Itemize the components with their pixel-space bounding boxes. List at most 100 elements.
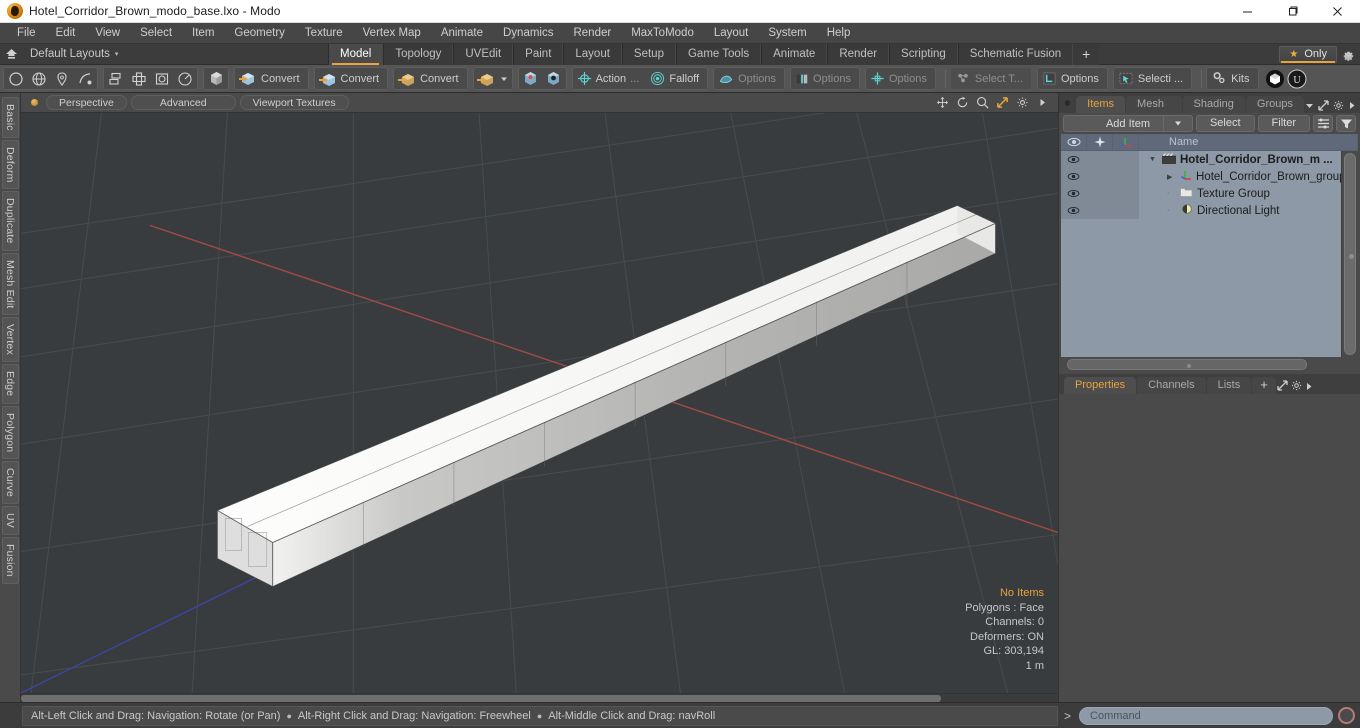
gear-icon[interactable] xyxy=(1291,380,1302,394)
sidebar-item-fusion[interactable]: Fusion xyxy=(1,537,19,584)
bound-icon[interactable] xyxy=(151,68,173,89)
chevron-down-icon[interactable] xyxy=(498,68,511,89)
row-visibility-eye-icon[interactable] xyxy=(1061,151,1087,168)
sidebar-item-edge[interactable]: Edge xyxy=(1,364,19,404)
viewport-more-icon[interactable] xyxy=(1034,95,1051,111)
home-icon[interactable] xyxy=(0,44,22,65)
close-button[interactable] xyxy=(1315,0,1360,23)
chevron-down-icon[interactable] xyxy=(1162,115,1192,132)
row-axis-cell[interactable] xyxy=(1113,168,1139,185)
row-axis-cell[interactable] xyxy=(1113,202,1139,219)
sidebar-item-deform[interactable]: Deform xyxy=(1,139,19,190)
tab-layout[interactable]: Layout xyxy=(563,43,622,65)
tab-shading[interactable]: Shading xyxy=(1182,96,1245,113)
row-visibility-eye-icon[interactable] xyxy=(1061,168,1087,185)
menu-animate[interactable]: Animate xyxy=(431,23,493,44)
viewport-horizontal-scrollbar[interactable] xyxy=(21,693,1058,702)
scrollbar-thumb[interactable] xyxy=(21,695,941,702)
tab-model[interactable]: Model xyxy=(328,43,384,65)
command-input[interactable]: Command xyxy=(1079,706,1333,725)
row-axis-cell[interactable] xyxy=(1113,151,1139,168)
tab-mesh[interactable]: Mesh ... xyxy=(1126,96,1182,127)
filter-button[interactable]: Filter xyxy=(1257,115,1310,132)
expand-triangle-icon[interactable]: ▼ xyxy=(1149,156,1158,163)
gear-icon[interactable] xyxy=(1333,100,1344,111)
3d-viewport[interactable]: Y X Z No Items Polygons : Face Channels:… xyxy=(21,113,1058,693)
menu-system[interactable]: System xyxy=(758,23,816,44)
sphere-primitive-icon[interactable] xyxy=(28,68,50,89)
workplane-icon[interactable] xyxy=(520,68,542,89)
sidebar-item-uv[interactable]: UV xyxy=(1,506,19,536)
table-row[interactable]: · Directional Light xyxy=(1061,202,1358,219)
menu-render[interactable]: Render xyxy=(563,23,621,44)
viewport-settings-icon[interactable] xyxy=(1014,95,1031,111)
menu-dynamics[interactable]: Dynamics xyxy=(493,23,563,44)
add-tab-button[interactable]: + xyxy=(1073,43,1100,65)
select-through-button[interactable]: Select T... xyxy=(952,68,1030,89)
item-tree-vertical-scrollbar[interactable] xyxy=(1341,151,1358,357)
convert-instance-button[interactable]: Convert xyxy=(316,68,387,89)
fit-view-icon[interactable] xyxy=(994,95,1011,111)
zoom-view-icon[interactable] xyxy=(974,95,991,111)
row-visibility-eye-icon[interactable] xyxy=(1061,185,1087,202)
move-view-icon[interactable] xyxy=(934,95,951,111)
filter-funnel-icon[interactable] xyxy=(1336,115,1356,132)
viewport-perspective-button[interactable]: Perspective xyxy=(46,95,127,110)
convert-static-button[interactable]: Convert xyxy=(395,68,466,89)
row-lock-cell[interactable] xyxy=(1087,185,1113,202)
collapse-triangle-icon[interactable]: ▶ xyxy=(1167,173,1176,181)
row-name-cell[interactable]: ▶ Hotel_Corridor_Brown_group xyxy=(1139,169,1358,184)
menu-view[interactable]: View xyxy=(85,23,130,44)
tab-render[interactable]: Render xyxy=(827,43,890,65)
gear-icon[interactable] xyxy=(1339,45,1357,63)
sidebar-item-duplicate[interactable]: Duplicate xyxy=(1,191,19,251)
rotate-view-icon[interactable] xyxy=(954,95,971,111)
row-name-cell[interactable]: ▼ Hotel_Corridor_Brown_m ... xyxy=(1139,153,1358,167)
expand-icon[interactable] xyxy=(1318,100,1329,111)
only-button[interactable]: ★ Only xyxy=(1279,45,1337,63)
kits-button[interactable]: Kits xyxy=(1208,68,1256,89)
grid-options-button[interactable]: Options xyxy=(1039,68,1106,89)
pen-tool-icon[interactable] xyxy=(51,68,73,89)
menu-file[interactable]: File xyxy=(7,23,46,44)
row-lock-cell[interactable] xyxy=(1087,202,1113,219)
selection-button[interactable]: Selecti ... xyxy=(1115,68,1190,89)
sidebar-item-polygon[interactable]: Polygon xyxy=(1,405,19,460)
unreal-icon[interactable]: U xyxy=(1286,68,1308,89)
sidebar-item-curve[interactable]: Curve xyxy=(1,461,19,505)
bridge-icon[interactable] xyxy=(1264,68,1286,89)
row-name-cell[interactable]: · Texture Group xyxy=(1139,187,1358,201)
table-row[interactable]: · Texture Group xyxy=(1061,185,1358,202)
menu-help[interactable]: Help xyxy=(817,23,861,44)
workplane-align-icon[interactable] xyxy=(543,68,565,89)
add-properties-tab-button[interactable]: + xyxy=(1252,377,1276,394)
item-tree-body[interactable]: ▼ Hotel_Corridor_Brown_m ... ▶ Hotel_Cor… xyxy=(1061,151,1358,357)
menu-maxtomodo[interactable]: MaxToModo xyxy=(621,23,704,44)
chevron-down-icon[interactable] xyxy=(1305,102,1314,110)
convert-extra-icon[interactable] xyxy=(475,68,497,89)
scrollbar-thumb[interactable] xyxy=(1344,153,1356,355)
curve-tool-icon[interactable] xyxy=(74,68,96,89)
viewport-textures-button[interactable]: Viewport Textures xyxy=(239,95,349,110)
tab-setup[interactable]: Setup xyxy=(621,43,676,65)
tab-properties[interactable]: Properties xyxy=(1064,377,1137,394)
scrollbar-thumb[interactable] xyxy=(1067,359,1307,370)
action-center-button[interactable]: Action ... xyxy=(574,68,647,89)
menu-layout[interactable]: Layout xyxy=(704,23,759,44)
snap-options-button[interactable]: Options xyxy=(867,68,934,89)
table-row[interactable]: ▶ Hotel_Corridor_Brown_group xyxy=(1061,168,1358,185)
more-icon[interactable] xyxy=(1348,101,1356,110)
tab-items[interactable]: Items xyxy=(1076,96,1126,113)
sidebar-item-vertex[interactable]: Vertex xyxy=(1,317,19,363)
menu-select[interactable]: Select xyxy=(130,23,182,44)
axis-icon[interactable] xyxy=(128,68,150,89)
row-visibility-eye-icon[interactable] xyxy=(1061,202,1087,219)
sidebar-item-mesh-edit[interactable]: Mesh Edit xyxy=(1,252,19,316)
snapping-options-button[interactable]: Options xyxy=(715,68,783,89)
convert-mesh-button[interactable]: Convert xyxy=(236,68,307,89)
row-lock-cell[interactable] xyxy=(1087,151,1113,168)
radial-icon[interactable] xyxy=(174,68,196,89)
record-icon[interactable] xyxy=(1338,707,1355,724)
tab-channels[interactable]: Channels xyxy=(1137,377,1206,394)
row-name-cell[interactable]: · Directional Light xyxy=(1139,203,1358,218)
